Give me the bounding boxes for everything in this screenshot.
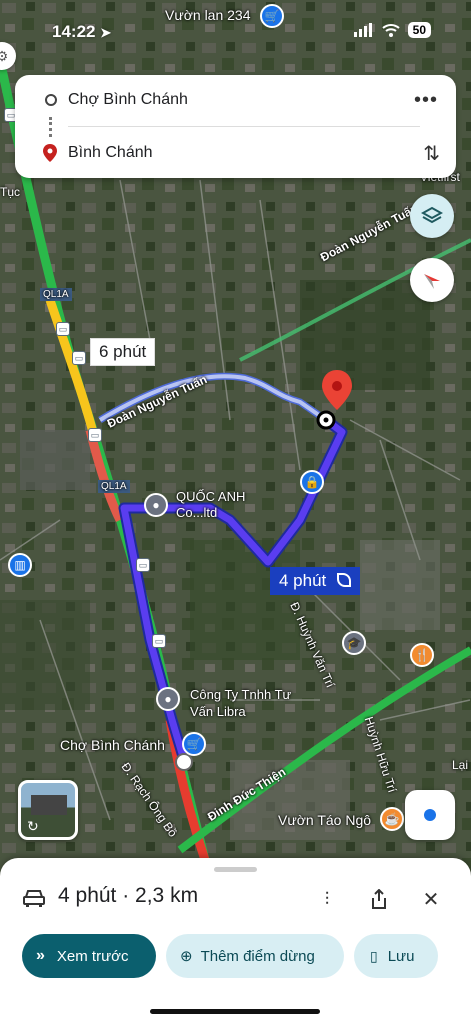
more-options-icon[interactable]: •••	[414, 89, 438, 112]
location-arrow-icon: ➤	[100, 25, 112, 40]
swap-icon[interactable]: ⇅	[423, 141, 440, 166]
bus-stop-icon[interactable]: ▭	[88, 428, 102, 442]
eco-leaf-icon	[337, 573, 351, 587]
museum-pin-icon[interactable]: ▥	[8, 553, 32, 577]
map-label-vuon-tao: Vườn Táo Ngô	[278, 812, 372, 828]
restaurant-pin-icon[interactable]: 🍴	[410, 643, 434, 667]
route-main-time-label: 4 phút	[279, 571, 327, 590]
map-label-ql1a-top: QL1A	[40, 288, 72, 301]
save-button[interactable]: ▯ Lưu	[354, 934, 438, 978]
route-options-button[interactable]: ⫶	[310, 882, 344, 916]
share-icon	[372, 889, 386, 909]
compass-icon	[424, 274, 440, 289]
bus-stop-icon[interactable]: ▭	[56, 322, 70, 336]
home-indicator[interactable]	[150, 1009, 320, 1014]
destination-input[interactable]: Bình Chánh	[68, 144, 153, 162]
layers-icon	[421, 206, 443, 224]
status-time: 14:22 ➤	[52, 22, 112, 41]
market-pin-icon[interactable]: 🛒	[182, 732, 206, 756]
share-button[interactable]	[362, 882, 396, 916]
compass-button[interactable]	[410, 258, 454, 302]
add-stop-button[interactable]: ⊕ Thêm điểm dừng	[166, 934, 344, 978]
street-view-thumbnail[interactable]: ↻	[18, 780, 78, 840]
battery-indicator: 50	[407, 22, 431, 38]
route-summary: 4 phút · 2,3 km	[58, 884, 199, 907]
sheet-drag-handle[interactable]	[214, 867, 257, 872]
map-label-ql1a-mid: QL1A	[98, 480, 130, 493]
car-icon	[23, 890, 45, 907]
bus-stop-icon[interactable]: ▭	[152, 634, 166, 648]
origin-row[interactable]: Chợ Bình Chánh •••	[15, 80, 456, 120]
preview-button[interactable]: » Xem trước	[22, 934, 156, 978]
map-label-cho-binh-chanh: Chợ Bình Chánh	[60, 737, 165, 753]
preview-label: Xem trước	[56, 947, 129, 965]
add-location-icon: ⊕	[180, 948, 193, 965]
origin-input[interactable]: Chợ Bình Chánh	[68, 91, 188, 109]
route-main-time-chip[interactable]: 4 phút	[270, 567, 360, 595]
my-location-button[interactable]	[405, 790, 455, 840]
map-label-tuc: Tục	[0, 185, 21, 199]
double-chevron-icon: »	[36, 947, 45, 964]
wifi-icon	[381, 24, 400, 37]
company-pin-icon[interactable]: ●	[156, 687, 180, 711]
add-stop-label: Thêm điểm dừng	[200, 947, 315, 965]
bus-stop-icon[interactable]: ▭	[72, 351, 86, 365]
route-alt-time-chip[interactable]: 6 phút	[90, 338, 156, 366]
lock-pin-icon[interactable]: 🔒	[300, 470, 324, 494]
my-location-dot-icon	[424, 809, 436, 821]
status-bar: 14:22 ➤ 50	[0, 0, 471, 64]
status-icons: 50	[353, 22, 431, 38]
map-label-lai: Lại	[452, 758, 469, 772]
school-pin-icon[interactable]: 🎓	[342, 631, 366, 655]
destination-row[interactable]: Bình Chánh ⇅	[15, 133, 456, 173]
location-pin-icon[interactable]: ●	[144, 493, 168, 517]
cellular-signal-icon	[353, 23, 372, 37]
close-button[interactable]: ✕	[414, 882, 448, 916]
bus-stop-icon[interactable]: ▭	[136, 558, 150, 572]
destination-pin-icon	[43, 144, 57, 162]
directions-card: Chợ Bình Chánh ••• Bình Chánh ⇅	[15, 75, 456, 178]
rotate-360-icon: ↻	[27, 818, 39, 834]
origin-circle-icon	[45, 94, 57, 106]
map-label-cong-ty: Công Ty Tnhh Tư Vấn Libra	[190, 687, 292, 719]
map-label-quoc-anh: QUỐC ANH Co...ltd	[176, 489, 246, 520]
tune-icon: ⫶	[324, 888, 330, 909]
divider	[68, 126, 420, 127]
layers-button[interactable]	[410, 194, 454, 238]
bookmark-icon: ▯	[370, 947, 378, 964]
cafe-pin-icon[interactable]: ☕	[380, 807, 404, 831]
save-label: Lưu	[387, 947, 415, 965]
close-icon: ✕	[422, 888, 440, 911]
